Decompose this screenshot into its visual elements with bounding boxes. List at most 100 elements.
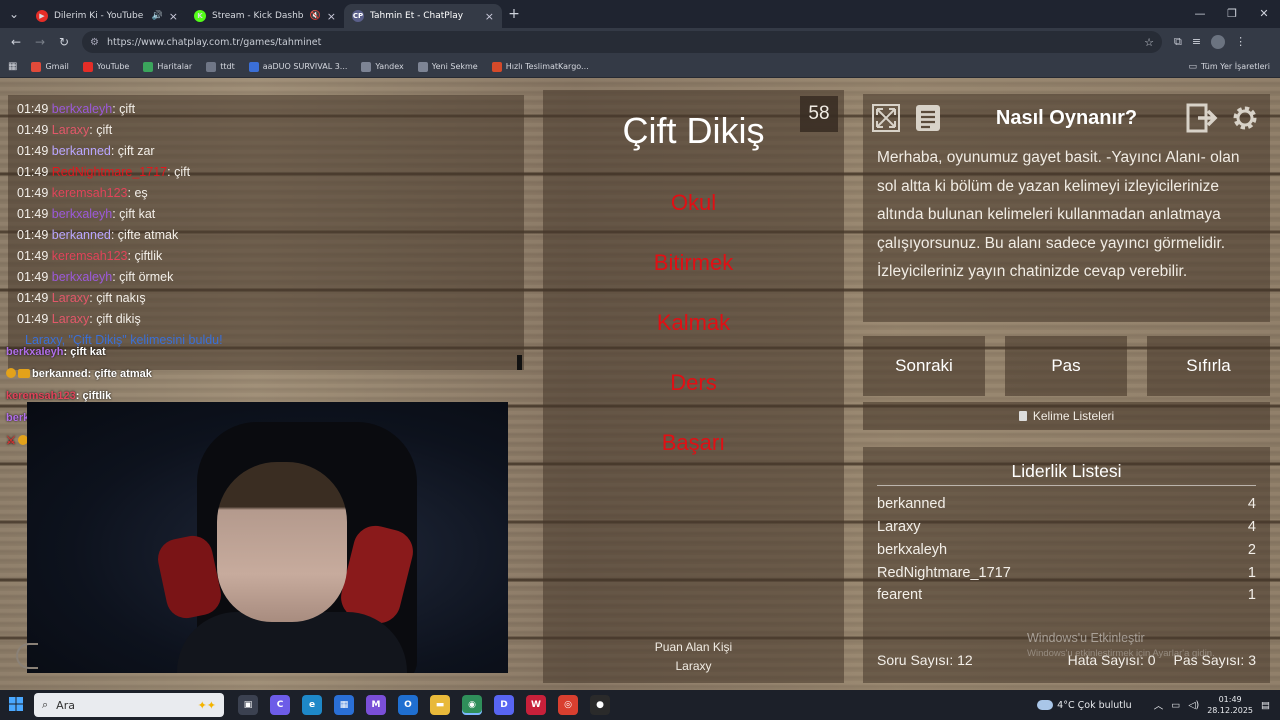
chat-message: 01:49 berkxaleyh: çift kat xyxy=(17,207,155,221)
bookmark-favicon-icon xyxy=(82,61,93,72)
volume-icon[interactable]: ◁) xyxy=(1188,700,1199,711)
exit-icon[interactable] xyxy=(1185,101,1219,135)
leaderboard-row: Laraxy 4 xyxy=(877,519,1256,535)
store-icon[interactable]: ▦ xyxy=(334,695,354,715)
chat-scrollbar[interactable] xyxy=(517,355,522,370)
tab-favicon-icon: CP xyxy=(352,10,364,22)
chat-text: : çifte atmak xyxy=(110,228,179,242)
search-icon: ⌕ xyxy=(42,698,49,711)
clock[interactable]: 01:49 28.12.2025 xyxy=(1207,694,1253,716)
tray-chevron-icon[interactable]: ︿ xyxy=(1154,698,1164,712)
bookmark-label: Gmail xyxy=(45,62,69,71)
tab-search-icon[interactable]: ⌄ xyxy=(0,0,28,28)
chat-username: berkanned xyxy=(51,144,111,158)
folder-icon: ▭ xyxy=(1188,62,1197,72)
profile-avatar[interactable] xyxy=(1211,35,1226,49)
bookmark-item[interactable]: ttdt xyxy=(206,61,235,72)
new-tab-button[interactable]: + xyxy=(502,6,526,22)
bookmark-item[interactable]: Haritalar xyxy=(143,61,193,72)
overlay-text: : çift kat xyxy=(63,346,106,358)
chat-message: 01:49 Laraxy: çift dikiş xyxy=(17,312,141,326)
player-name: berkanned xyxy=(877,496,946,512)
tab-close-icon[interactable]: × xyxy=(485,10,494,23)
notifications-icon[interactable]: ▤ xyxy=(1261,700,1270,711)
chat-username: Laraxy xyxy=(51,291,90,305)
bookmark-label: Yeni Sekme xyxy=(431,62,478,71)
folder-icon[interactable]: ▬ xyxy=(430,695,450,715)
tab-close-icon[interactable]: × xyxy=(169,10,178,23)
chat-time: 01:49 xyxy=(17,291,49,305)
chat-username: keremsah123 xyxy=(51,186,128,200)
bookmarks-bar: ▦ Gmail YouTube Haritalar ttdt aaDUO SURVIVA… xyxy=(0,56,1280,78)
all-bookmarks[interactable]: ▭ Tüm Yer İşaretleri xyxy=(1188,56,1270,78)
apps-grid-icon[interactable]: ▦ xyxy=(8,61,17,72)
bookmark-item[interactable]: Yeni Sekme xyxy=(417,61,478,72)
chat-text: : çiftlik xyxy=(127,249,163,263)
word-lists-button[interactable]: Kelime Listeleri xyxy=(863,402,1270,430)
network-icon[interactable]: ▭ xyxy=(1171,700,1180,711)
weather-widget[interactable]: 4°C Çok bulutlu xyxy=(1037,700,1132,711)
chat-message: 01:49 keremsah123: eş xyxy=(17,186,148,200)
edge-icon[interactable]: e xyxy=(302,695,322,715)
bookmark-favicon-icon xyxy=(491,61,502,72)
chrome-active-icon[interactable]: ◉ xyxy=(462,695,482,715)
tab-audio-icon[interactable]: 🔊 xyxy=(152,11,163,21)
bookmark-label: Haritalar xyxy=(157,62,193,71)
pass-button[interactable]: Pas xyxy=(1005,336,1127,396)
tab-title: Dilerim Ki - YouTube Music xyxy=(54,11,146,21)
menu-icon[interactable]: ⋮ xyxy=(1235,35,1246,49)
tab-title: Stream - Kick Dashboard xyxy=(212,11,304,21)
site-info-icon[interactable]: ⚙ xyxy=(90,37,99,48)
bookmark-star-icon[interactable]: ☆ xyxy=(1144,36,1154,49)
chat-message: 01:49 berkxaleyh: çift xyxy=(17,102,135,116)
url-bar[interactable]: ⚙ https://www.chatplay.com.tr/games/tahm… xyxy=(82,31,1162,53)
start-button[interactable] xyxy=(0,696,32,715)
bookmark-item[interactable]: Gmail xyxy=(31,61,69,72)
scorer-label: Puan Alan Kişi xyxy=(654,640,733,654)
reset-button[interactable]: Sıfırla xyxy=(1147,336,1270,396)
tab-audio-icon[interactable]: 🔇 xyxy=(310,11,321,21)
back-icon[interactable]: ← xyxy=(4,35,28,49)
browser-tab[interactable]: K Stream - Kick Dashboard 🔇 × xyxy=(186,4,344,28)
chat-message: 01:49 berkxaleyh: çift örmek xyxy=(17,270,173,284)
chat-username: Laraxy xyxy=(51,123,90,137)
bookmark-item[interactable]: aaDUO SURVIVAL 3... xyxy=(248,61,347,72)
bookmark-favicon-icon xyxy=(143,61,154,72)
chat-time: 01:49 xyxy=(17,102,49,116)
clock-date: 28.12.2025 xyxy=(1207,706,1254,715)
restore-icon[interactable]: ❐ xyxy=(1216,0,1248,28)
media-icon[interactable]: ≡ xyxy=(1192,35,1201,49)
extensions-icon[interactable]: ⧉ xyxy=(1174,35,1182,49)
minimize-icon[interactable]: — xyxy=(1184,0,1216,28)
browser-tab[interactable]: CP Tahmin Et - ChatPlay × xyxy=(344,4,502,28)
chat-message: 01:49 RedNightmare_1717: çift xyxy=(17,165,190,179)
chat-time: 01:49 xyxy=(17,144,49,158)
leaderboard-row: berkxaleyh 2 xyxy=(877,542,1256,558)
multi-app-icon[interactable]: M xyxy=(366,695,386,715)
bookmark-item[interactable]: Hızlı TeslimatKargo... xyxy=(491,61,589,72)
weather-text: 4°C Çok bulutlu xyxy=(1057,699,1132,711)
chrome-icon[interactable]: ◎ xyxy=(558,695,578,715)
copilot-icon[interactable]: C xyxy=(270,695,290,715)
bookmark-item[interactable]: Yandex xyxy=(361,61,404,72)
search-placeholder: Ara xyxy=(56,698,75,712)
next-button[interactable]: Sonraki xyxy=(863,336,985,396)
outlook-icon[interactable]: O xyxy=(398,695,418,715)
bookmark-label: YouTube xyxy=(96,62,130,71)
winrar-icon[interactable]: W xyxy=(526,695,546,715)
settings-icon[interactable] xyxy=(1228,101,1262,135)
discord-icon[interactable]: D xyxy=(494,695,514,715)
leaderboard-row: fearent 1 xyxy=(877,587,1256,603)
close-window-icon[interactable]: ✕ xyxy=(1248,0,1280,28)
obs-icon[interactable]: ● xyxy=(590,695,610,715)
browser-tab[interactable]: ▶ Dilerim Ki - YouTube Music 🔊 × xyxy=(28,4,186,28)
chat-username: keremsah123 xyxy=(51,249,128,263)
taskbar-search[interactable]: ⌕ Ara ✦✦ xyxy=(34,693,224,717)
forward-icon[interactable]: → xyxy=(28,35,52,49)
bookmark-item[interactable]: YouTube xyxy=(82,61,130,72)
task-view-icon[interactable]: ▣ xyxy=(238,695,258,715)
tab-close-icon[interactable]: × xyxy=(327,10,336,23)
player-score: 4 xyxy=(1247,519,1256,535)
reload-icon[interactable]: ↻ xyxy=(52,35,76,49)
chat-text: : çift kat xyxy=(112,207,156,221)
